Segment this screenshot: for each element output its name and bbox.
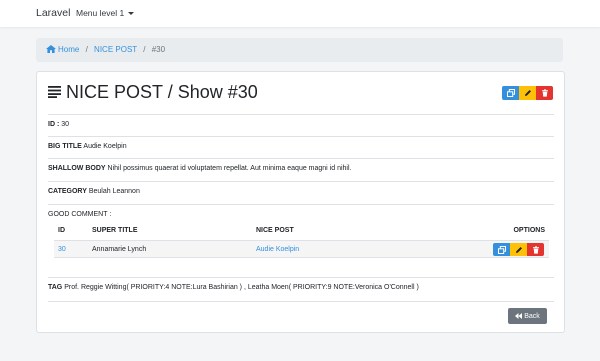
navbar: Laravel Menu level 1 bbox=[0, 0, 600, 27]
field-category-value: Beulah Leannon bbox=[88, 188, 140, 195]
menu-level-1-label: Menu level 1 bbox=[76, 8, 125, 18]
field-shallow-body-value: Nihil possimus quaerat id voluptatem rep… bbox=[107, 165, 352, 172]
backward-icon bbox=[515, 313, 523, 319]
copy-button[interactable] bbox=[502, 86, 519, 100]
row-copy-button[interactable] bbox=[493, 243, 510, 256]
row-edit-button[interactable] bbox=[510, 243, 527, 256]
pencil-icon bbox=[515, 246, 522, 253]
field-big-title-label: BIG TITLE bbox=[48, 143, 82, 150]
breadcrumb-separator: / bbox=[143, 45, 146, 54]
delete-button[interactable] bbox=[536, 86, 553, 100]
field-tag: TAG Prof. Reggie Witting( PRIORITY:4 NOT… bbox=[48, 277, 554, 301]
page-title: NICE POST / Show #30 bbox=[48, 82, 258, 103]
breadcrumb-home-label: Home bbox=[58, 45, 80, 54]
field-tag-value: Prof. Reggie Witting( PRIORITY:4 NOTE:Lu… bbox=[64, 284, 419, 291]
field-tag-label: TAG bbox=[48, 284, 63, 291]
list-icon bbox=[48, 85, 61, 98]
column-header-id: ID bbox=[58, 227, 65, 234]
field-shallow-body-label: SHALLOW BODY bbox=[48, 165, 106, 172]
back-button-label: Back bbox=[524, 312, 540, 320]
copy-icon bbox=[506, 89, 515, 97]
field-id-value: 30 bbox=[61, 121, 70, 128]
row-nice-post-link[interactable]: Audie Koelpin bbox=[256, 246, 299, 253]
caret-down-icon bbox=[128, 12, 135, 15]
field-good-comment-label: GOOD COMMENT bbox=[48, 211, 108, 218]
trash-icon bbox=[532, 245, 539, 254]
show-card: NICE POST / Show #30 ID : 30 BIG TITLE A… bbox=[36, 71, 565, 333]
breadcrumb-separator: / bbox=[85, 45, 88, 54]
field-big-title-value: Audie Koelpin bbox=[83, 143, 127, 150]
menu-level-1-dropdown[interactable]: Menu level 1 bbox=[76, 8, 135, 18]
column-header-options: OPTIONS bbox=[513, 227, 545, 234]
breadcrumb-current: #30 bbox=[151, 45, 166, 54]
table-row: 30 Annamarie Lynch Audie Koelpin bbox=[54, 240, 549, 258]
back-button[interactable]: Back bbox=[508, 308, 547, 324]
field-shallow-body: SHALLOW BODY Nihil possimus quaerat id v… bbox=[48, 158, 554, 181]
edit-button[interactable] bbox=[519, 86, 536, 100]
column-header-super-title: SUPER TITLE bbox=[92, 227, 138, 234]
page-title-text: NICE POST / Show #30 bbox=[66, 82, 258, 102]
field-id-label: ID bbox=[48, 121, 55, 128]
home-icon bbox=[46, 45, 56, 53]
field-id: ID : 30 bbox=[48, 114, 554, 136]
pencil-icon bbox=[524, 90, 531, 96]
breadcrumb-home-link[interactable]: Home bbox=[46, 45, 82, 54]
field-big-title: BIG TITLE Audie Koelpin bbox=[48, 136, 554, 158]
field-category-label: CATEGORY bbox=[48, 188, 87, 195]
divider bbox=[48, 301, 554, 302]
trash-icon bbox=[541, 89, 548, 97]
navbar-brand[interactable]: Laravel bbox=[36, 7, 70, 19]
column-header-nice-post: NICE POST bbox=[256, 227, 294, 234]
breadcrumb-nice-post-link[interactable]: NICE POST bbox=[94, 45, 137, 54]
row-actions bbox=[493, 243, 544, 256]
row-super-title: Annamarie Lynch bbox=[92, 246, 147, 253]
field-category: CATEGORY Beulah Leannon bbox=[48, 181, 554, 204]
breadcrumb: Home / NICE POST / #30 bbox=[36, 38, 563, 62]
header-actions bbox=[502, 86, 553, 100]
row-delete-button[interactable] bbox=[527, 243, 544, 256]
copy-icon bbox=[497, 245, 506, 254]
field-id-separator: : bbox=[56, 121, 60, 128]
row-id-link[interactable]: 30 bbox=[58, 246, 66, 253]
